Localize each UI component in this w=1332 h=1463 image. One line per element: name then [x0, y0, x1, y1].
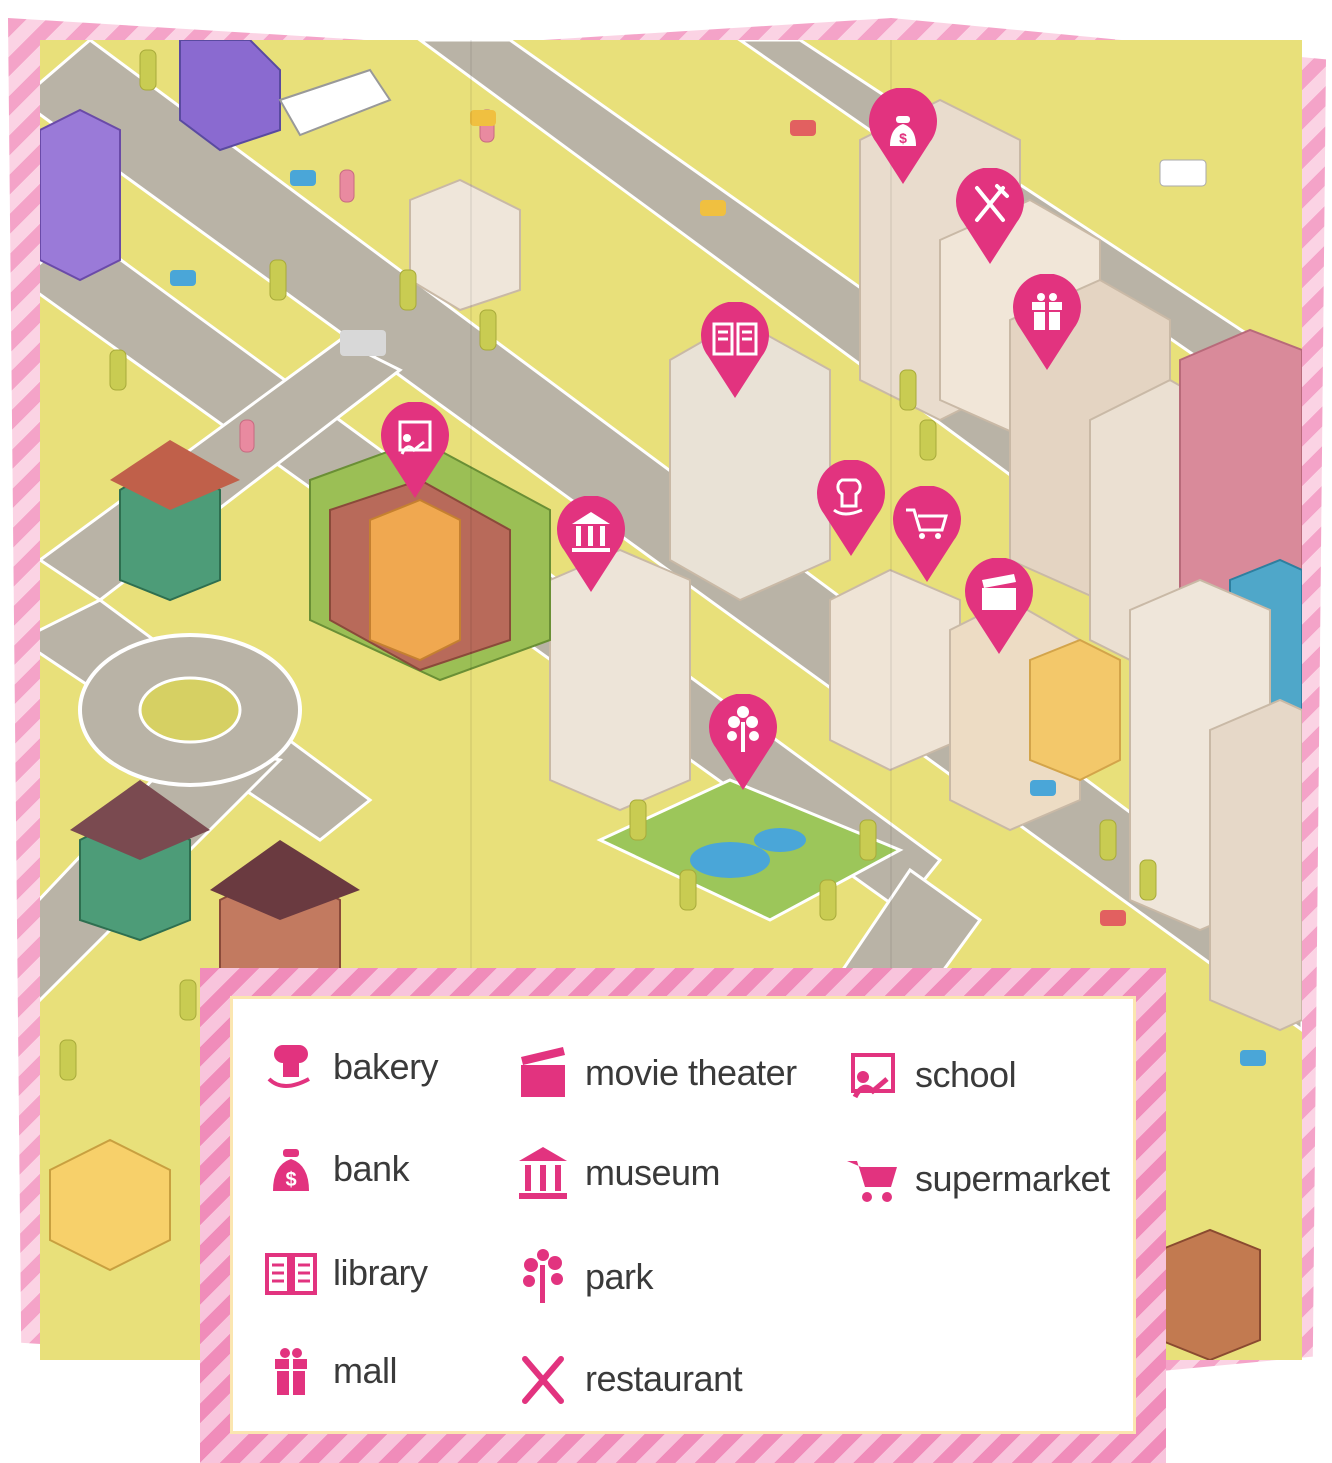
legend-item-bakery: bakery — [263, 1037, 439, 1097]
svg-text:$: $ — [285, 1169, 296, 1191]
legend-item-restaurant: restaurant — [515, 1349, 743, 1409]
columns-icon — [515, 1145, 571, 1201]
legend-item-mall: mall — [263, 1341, 398, 1401]
legend-item-bank: $ bank — [263, 1139, 410, 1199]
legend-item-museum: museum — [515, 1143, 721, 1203]
fork-knife-icon — [515, 1351, 571, 1407]
pin-mall[interactable] — [1012, 274, 1082, 370]
legend-label: museum — [585, 1152, 721, 1193]
pin-movie-theater[interactable] — [964, 558, 1034, 654]
pin-museum[interactable] — [556, 496, 626, 592]
legend-label: school — [915, 1054, 1017, 1095]
legend-label: library — [333, 1252, 428, 1293]
legend-label: supermarket — [915, 1158, 1110, 1199]
svg-text:$: $ — [899, 130, 907, 146]
legend-label: park — [585, 1256, 654, 1297]
map-legend: bakery $ bank library mall movie theater — [200, 968, 1166, 1463]
legend-label: bakery — [333, 1046, 439, 1087]
legend-label: mall — [333, 1350, 398, 1391]
money-bag-icon: $ — [263, 1141, 319, 1197]
legend-item-park: park — [515, 1247, 654, 1307]
roundabout — [78, 633, 302, 787]
pin-supermarket[interactable] — [892, 486, 962, 582]
pin-school[interactable] — [380, 402, 450, 498]
pin-bakery[interactable] — [816, 460, 886, 556]
pin-library[interactable] — [700, 302, 770, 398]
gift-icon — [263, 1343, 319, 1399]
legend-item-supermarket: supermarket — [845, 1149, 1110, 1209]
legend-panel: bakery $ bank library mall movie theater — [230, 996, 1136, 1434]
clapperboard-icon — [515, 1045, 571, 1101]
cart-icon — [845, 1151, 901, 1207]
pin-restaurant[interactable] — [955, 168, 1025, 264]
pin-park[interactable] — [708, 694, 778, 790]
legend-item-library: library — [263, 1243, 428, 1303]
tree-icon — [515, 1249, 571, 1305]
legend-label: restaurant — [585, 1358, 743, 1399]
bread-icon — [263, 1039, 319, 1095]
book-icon — [263, 1245, 319, 1301]
teacher-board-icon — [845, 1047, 901, 1103]
legend-item-school: school — [845, 1045, 1017, 1105]
legend-label: movie theater — [585, 1052, 797, 1093]
legend-item-movie-theater: movie theater — [515, 1043, 797, 1103]
pin-bank[interactable]: $ — [868, 88, 938, 184]
legend-label: bank — [333, 1148, 410, 1189]
clapperboard-icon — [982, 574, 1016, 610]
